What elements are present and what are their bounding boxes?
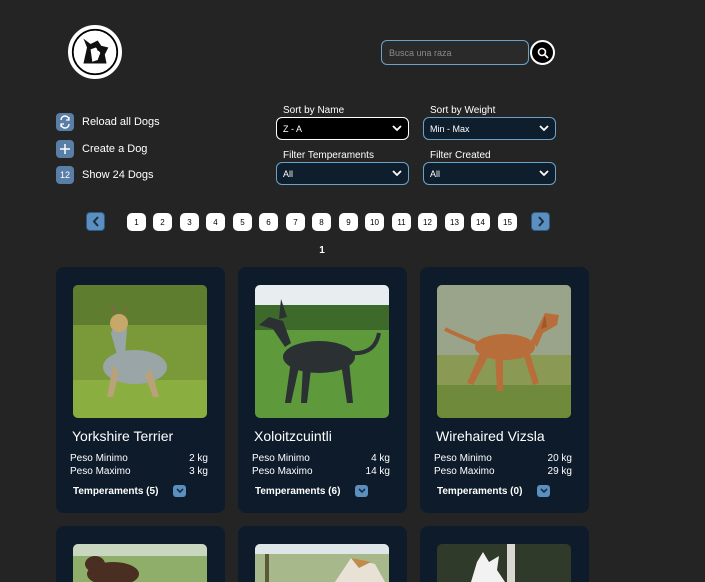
- chevron-down-icon: [539, 125, 549, 132]
- weight-min-row: Peso Minimo 4 kg: [252, 453, 390, 464]
- reload-dogs-label: Reload all Dogs: [82, 116, 160, 128]
- page-button[interactable]: 12: [418, 213, 437, 231]
- weight-max-value: 29 kg: [547, 466, 572, 477]
- filter-temperaments-value: All: [283, 168, 294, 179]
- next-page-button[interactable]: [531, 212, 550, 231]
- weight-min-value: 2 kg: [189, 453, 208, 464]
- filter-created-label: Filter Created: [430, 150, 491, 161]
- page-button[interactable]: 13: [445, 213, 464, 231]
- page-button[interactable]: 5: [233, 213, 252, 231]
- page-button[interactable]: 7: [286, 213, 305, 231]
- weight-max-row: Peso Maximo 14 kg: [252, 466, 390, 477]
- weight-min-value: 4 kg: [371, 453, 390, 464]
- sort-name-value: Z - A: [283, 123, 303, 134]
- dog-photo: [255, 544, 389, 582]
- chevron-right-icon: [537, 216, 544, 227]
- plus-icon: [56, 140, 74, 158]
- page-button[interactable]: 6: [259, 213, 278, 231]
- dog-photo: [255, 285, 389, 418]
- chevron-down-icon: [392, 125, 402, 132]
- weight-min-value: 20 kg: [547, 453, 572, 464]
- weight-min-label: Peso Minimo: [252, 453, 310, 464]
- page-button[interactable]: 14: [471, 213, 490, 231]
- chevron-left-icon: [92, 216, 99, 227]
- reload-dogs-button[interactable]: Reload all Dogs: [56, 113, 160, 131]
- weight-max-label: Peso Maximo: [70, 466, 131, 477]
- sort-weight-select[interactable]: Min - Max: [423, 117, 556, 140]
- chevron-down-icon: [392, 170, 402, 177]
- weight-max-value: 3 kg: [189, 466, 208, 477]
- dog-photo: [437, 285, 571, 418]
- page-button[interactable]: 4: [206, 213, 225, 231]
- prev-page-button[interactable]: [86, 212, 105, 231]
- chevron-down-icon: [355, 485, 369, 497]
- temperaments-toggle[interactable]: Temperaments (0): [437, 485, 551, 497]
- dog-card[interactable]: Wirehaired Vizsla Peso Minimo 20 kg Peso…: [420, 267, 589, 513]
- count-icon: 12: [56, 166, 74, 184]
- dog-card[interactable]: [420, 526, 589, 582]
- dog-photo: [437, 544, 571, 582]
- weight-min-row: Peso Minimo 2 kg: [70, 453, 208, 464]
- chevron-down-icon: [537, 485, 551, 497]
- page-button[interactable]: 1: [127, 213, 146, 231]
- dog-name: Wirehaired Vizsla: [436, 428, 545, 444]
- dog-card[interactable]: [238, 526, 407, 582]
- search-icon: [537, 47, 549, 59]
- weight-min-label: Peso Minimo: [70, 453, 128, 464]
- page-button[interactable]: 8: [312, 213, 331, 231]
- dog-photo: [73, 285, 207, 418]
- page-button[interactable]: 2: [153, 213, 172, 231]
- create-dog-button[interactable]: Create a Dog: [56, 140, 147, 158]
- filter-temperaments-select[interactable]: All: [276, 162, 409, 185]
- chevron-down-icon: [539, 170, 549, 177]
- temperaments-label: Temperaments (5): [73, 485, 159, 497]
- weight-min-label: Peso Minimo: [434, 453, 492, 464]
- logo[interactable]: [68, 25, 122, 79]
- page-button[interactable]: 3: [180, 213, 199, 231]
- show-24-dogs-label: Show 24 Dogs: [82, 169, 154, 181]
- page-button[interactable]: 10: [365, 213, 384, 231]
- temperaments-label: Temperaments (0): [437, 485, 523, 497]
- dog-photo: [73, 544, 207, 582]
- temperaments-label: Temperaments (6): [255, 485, 341, 497]
- temperaments-toggle[interactable]: Temperaments (6): [255, 485, 369, 497]
- page-button[interactable]: 9: [339, 213, 358, 231]
- temperaments-toggle[interactable]: Temperaments (5): [73, 485, 187, 497]
- current-page-indicator: 1: [319, 245, 325, 256]
- dog-card[interactable]: Yorkshire Terrier Peso Minimo 2 kg Peso …: [56, 267, 225, 513]
- weight-max-value: 14 kg: [365, 466, 390, 477]
- dog-head-logo-icon: [71, 28, 119, 76]
- sort-name-label: Sort by Name: [283, 105, 345, 116]
- reload-icon: [56, 113, 74, 131]
- sort-weight-value: Min - Max: [430, 123, 470, 134]
- show-24-dogs-button[interactable]: 12 Show 24 Dogs: [56, 166, 154, 184]
- dog-name: Yorkshire Terrier: [72, 428, 174, 444]
- search-input[interactable]: [381, 40, 529, 65]
- dog-card[interactable]: [56, 526, 225, 582]
- filter-temperaments-label: Filter Temperaments: [283, 150, 374, 161]
- sort-weight-label: Sort by Weight: [430, 105, 496, 116]
- chevron-down-icon: [173, 485, 187, 497]
- weight-max-row: Peso Maximo 3 kg: [70, 466, 208, 477]
- weight-max-label: Peso Maximo: [434, 466, 495, 477]
- page-button[interactable]: 11: [392, 213, 411, 231]
- sort-name-select[interactable]: Z - A: [276, 117, 409, 140]
- dog-name: Xoloitzcuintli: [254, 428, 332, 444]
- dog-card[interactable]: Xoloitzcuintli Peso Minimo 4 kg Peso Max…: [238, 267, 407, 513]
- page-button[interactable]: 15: [498, 213, 517, 231]
- weight-min-row: Peso Minimo 20 kg: [434, 453, 572, 464]
- weight-max-label: Peso Maximo: [252, 466, 313, 477]
- search-button[interactable]: [530, 40, 555, 65]
- filter-created-select[interactable]: All: [423, 162, 556, 185]
- create-dog-label: Create a Dog: [82, 143, 148, 155]
- weight-max-row: Peso Maximo 29 kg: [434, 466, 572, 477]
- filter-created-value: All: [430, 168, 441, 179]
